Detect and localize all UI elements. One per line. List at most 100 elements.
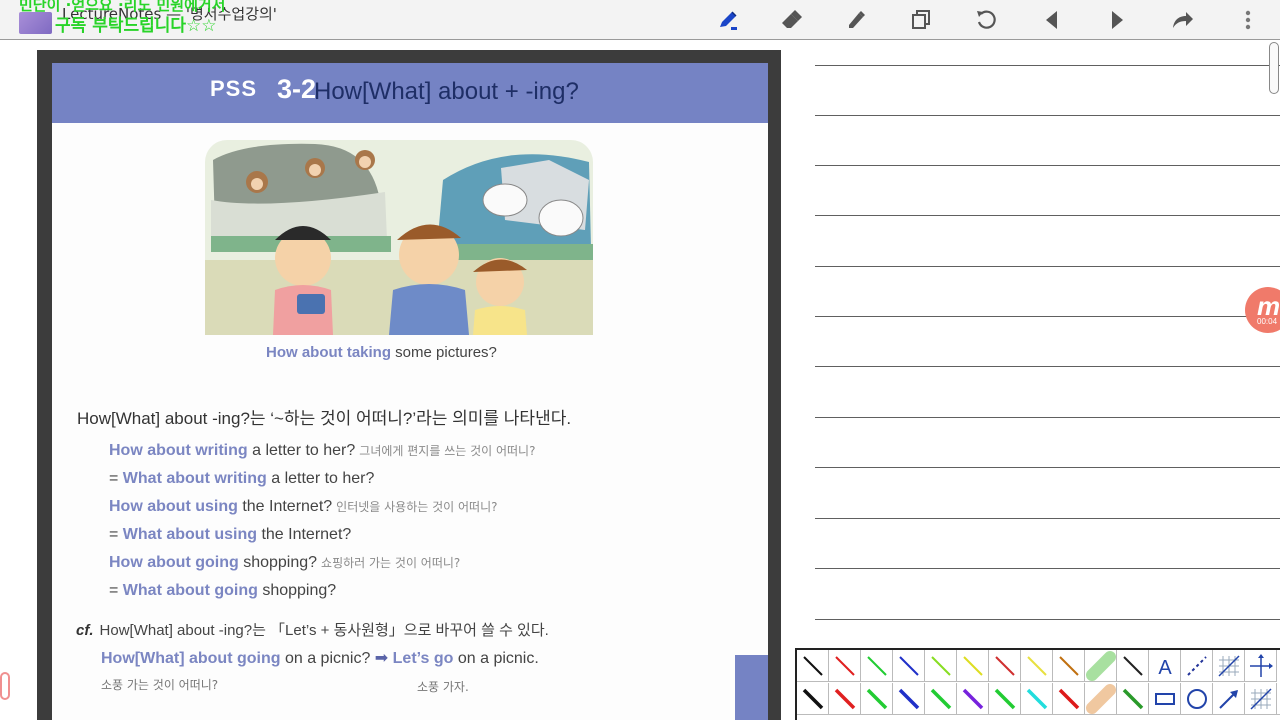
text-tool-icon: A	[1158, 657, 1172, 679]
pen-stroke-icon	[1086, 684, 1116, 714]
pen-stroke-icon	[1059, 656, 1079, 676]
pen-palette: A	[795, 648, 1280, 720]
example-line: = What about using the Internet?	[109, 526, 351, 544]
pen-preset-line[interactable]	[1117, 650, 1149, 682]
side-drawer-handle[interactable]	[0, 672, 10, 700]
pen-stroke-icon	[1122, 688, 1144, 710]
example-line: How about writing a letter to her? 그녀에게 편…	[109, 442, 535, 460]
pen-preset-circle[interactable]	[1181, 683, 1213, 715]
pen-stroke-icon	[930, 688, 952, 710]
copy-page-icon	[912, 10, 930, 29]
pen-preset-thick[interactable]	[829, 683, 861, 715]
pen-preset-rect[interactable]	[1149, 683, 1181, 715]
pen-preset-line[interactable]	[797, 650, 829, 682]
pen-stroke-icon	[1086, 651, 1116, 681]
cf-example-end: on a picnic.	[453, 650, 539, 667]
pen-stroke-icon	[1250, 688, 1272, 710]
pen-icon	[720, 11, 737, 30]
pen-preset-grid[interactable]	[1245, 683, 1277, 715]
pen-stroke-icon	[1187, 689, 1207, 709]
pen-preset-axes[interactable]	[1245, 650, 1277, 682]
pen-preset-text[interactable]: A	[1149, 650, 1181, 682]
example-highlight: What about using	[122, 526, 257, 543]
cf-example-middle: on a picnic?	[280, 650, 375, 667]
notebook-rule	[815, 316, 1280, 317]
previous-page-button[interactable]	[1030, 0, 1074, 40]
copy-page-button[interactable]	[899, 0, 943, 40]
pen-preset-line[interactable]	[1021, 650, 1053, 682]
example-highlight: How about going	[109, 554, 239, 571]
pen-stroke-icon	[1123, 656, 1143, 676]
prev-page-icon	[1046, 11, 1057, 29]
pen-preset-line[interactable]	[893, 650, 925, 682]
banner-lesson-number: 3-2	[277, 74, 317, 104]
pen-stroke-icon	[1219, 690, 1238, 709]
pen-preset-arrow[interactable]	[1213, 683, 1245, 715]
eraser-tool-button[interactable]	[769, 0, 813, 40]
notebook-writing-area[interactable]	[790, 41, 1280, 646]
pen-preset-thick[interactable]	[989, 683, 1021, 715]
pen-preset-marker[interactable]	[1085, 650, 1117, 682]
cf-label: cf.	[76, 622, 94, 639]
redo-button[interactable]	[1160, 0, 1204, 40]
example-line: = What about going shopping?	[109, 582, 336, 600]
pen-preset-thick[interactable]	[1053, 683, 1085, 715]
zoo-illustration	[205, 140, 593, 335]
pen-preset-thick[interactable]	[1117, 683, 1149, 715]
pen-stroke-icon	[1187, 656, 1207, 676]
pen-preset-marker[interactable]	[1085, 683, 1117, 715]
notebook-rule	[815, 165, 1280, 166]
pen-stroke-icon	[962, 688, 984, 710]
pen-preset-line[interactable]	[829, 650, 861, 682]
pen-stroke-icon	[867, 656, 887, 676]
pen-preset-line[interactable]	[925, 650, 957, 682]
pen-preset-line[interactable]	[989, 650, 1021, 682]
example-rest: a letter to her?	[247, 442, 356, 459]
pen-preset-line[interactable]	[1053, 650, 1085, 682]
undo-button[interactable]	[964, 0, 1008, 40]
notebook-rule	[815, 417, 1280, 418]
channel-avatar	[19, 12, 52, 34]
example-highlight: How about using	[109, 498, 238, 515]
notebook-rule	[815, 518, 1280, 519]
pen-preset-thick[interactable]	[797, 683, 829, 715]
example-korean: 쇼핑하러 가는 것이 어떠니?	[321, 556, 461, 570]
caption-highlight: How about taking	[266, 344, 391, 361]
caption-rest: some pictures?	[391, 344, 497, 361]
notebook-rule	[815, 215, 1280, 216]
pen-preset-line[interactable]	[861, 650, 893, 682]
right-arrow-icon: ➡	[374, 650, 389, 667]
subscribe-overlay-text: 구독 부탁드립니다☆☆	[55, 16, 217, 36]
cf-example-highlight-2: Let’s go	[392, 650, 454, 667]
cf-text: How[What] about -ing?는 「Let’s + 동사원형」으로 …	[99, 622, 549, 639]
pen-stroke-icon	[1218, 655, 1240, 677]
text-tool-label: A	[1158, 657, 1172, 679]
pen-preset-line[interactable]	[957, 650, 989, 682]
highlighter-tool-button[interactable]	[834, 0, 878, 40]
notebook-rule	[815, 115, 1280, 116]
next-page-button[interactable]	[1095, 0, 1139, 40]
pen-preset-dashed[interactable]	[1181, 650, 1213, 682]
example-equals: =	[109, 582, 123, 599]
more-options-button[interactable]	[1226, 0, 1270, 40]
grammar-intro: How[What] about -ing?는 ‘~하는 것이 어떠니?’라는 의…	[77, 409, 572, 428]
pen-preset-thick[interactable]	[893, 683, 925, 715]
pen-stroke-icon	[1058, 688, 1080, 710]
highlighter-icon	[849, 11, 865, 28]
pen-stroke-icon	[866, 688, 888, 710]
pen-tool-button[interactable]	[706, 0, 750, 40]
pen-preset-thick[interactable]	[1021, 683, 1053, 715]
next-page-icon	[1112, 11, 1123, 29]
notebook-rule	[815, 366, 1280, 367]
pen-preset-thick[interactable]	[957, 683, 989, 715]
pen-preset-grid[interactable]	[1213, 650, 1245, 682]
pen-stroke-icon	[898, 688, 920, 710]
example-equals: =	[109, 470, 123, 487]
pen-preset-thick[interactable]	[925, 683, 957, 715]
example-korean: 그녀에게 편지를 쓰는 것이 어떠니?	[359, 444, 536, 458]
pen-stroke-icon	[931, 656, 951, 676]
undo-icon	[977, 10, 996, 29]
pen-preset-thick[interactable]	[861, 683, 893, 715]
vertical-scrollbar[interactable]	[1269, 42, 1279, 94]
cf-example: How[What] about going on a picnic? ➡ Let…	[101, 648, 539, 668]
